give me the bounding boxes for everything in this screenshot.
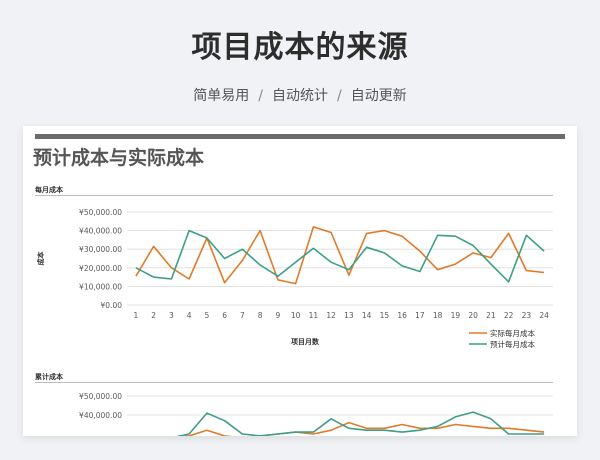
x-axis-title: 项目月数 [291,337,320,346]
sheet-title: 预计成本与实际成本 [33,147,205,169]
header-bar [35,134,565,139]
x-tick-label: 18 [433,311,443,320]
hero-title: 项目成本的来源 [191,30,409,65]
x-tick-label: 3 [169,311,174,320]
x-tick-label: 24 [539,311,549,320]
x-tick-label: 21 [486,311,496,320]
x-tick-label: 1 [133,311,138,320]
subtitle-item-2: 自动统计 [272,88,328,104]
y-tick-label: ¥40,000.00 [79,411,122,420]
y-tick-label: ¥40,000.00 [79,227,122,236]
x-tick-label: 9 [275,311,280,320]
x-tick-label: 14 [362,311,372,320]
y-axis-title: 成本 [36,252,45,266]
x-tick-label: 23 [522,311,532,320]
x-tick-label: 6 [222,311,227,320]
subtitle-separator: / [337,88,342,104]
x-tick-label: 5 [204,311,209,320]
monthly-cost-rule [35,195,553,196]
y-tick-label: ¥10,000.00 [79,282,122,291]
x-tick-label: 2 [151,311,156,320]
legend-label-1: 实际每月成本 [490,328,535,338]
y-tick-label: ¥50,000.00 [79,208,122,217]
subtitle-item-3: 自动更新 [350,88,407,104]
x-tick-label: 12 [326,311,336,320]
spreadsheet-sheet: 预计成本与实际成本 每月成本 ¥0.00 ¥10,000.00 ¥20,000.00… [23,126,577,436]
cumulative-cost-label: 累计成本 [35,373,63,381]
x-tick-label: 16 [397,311,407,320]
x-tick-label: 20 [468,311,478,320]
hero-subtitle: 简单易用 / 自动统计 / 自动更新 [0,85,600,105]
x-tick-label: 7 [240,311,245,320]
legend-label-2: 预计每月成本 [490,339,535,349]
x-tick-label: 22 [504,311,514,320]
series-line-2 [135,229,545,283]
x-tick-label: 15 [380,311,390,320]
x-tick-label: 19 [451,311,461,320]
x-tick-label: 17 [415,311,425,320]
x-tick-label: 4 [187,311,192,320]
cumulative-cost-rule [35,382,553,383]
x-tick-label: 8 [258,311,263,320]
x-tick-label: 11 [309,311,319,320]
monthly-cost-chart: ¥0.00 ¥10,000.00 ¥20,000.00 ¥30,000.00 ¥40,0… [36,208,553,349]
subtitle-separator: / [258,88,263,104]
x-tick-label: 10 [291,311,301,320]
monthly-cost-label: 每月成本 [35,186,63,194]
y-tick-label: ¥20,000.00 [79,264,122,273]
cumulative-cost-chart: ¥40,000.00 ¥50,000.00 [79,392,553,436]
subtitle-item-1: 简单易用 [193,88,250,104]
y-tick-label: ¥50,000.00 [79,392,122,401]
y-tick-label: ¥0.00 [101,301,123,310]
y-tick-label: ¥30,000.00 [79,245,122,254]
x-tick-label: 13 [344,311,354,320]
cumulative-series-line-2 [175,411,545,436]
